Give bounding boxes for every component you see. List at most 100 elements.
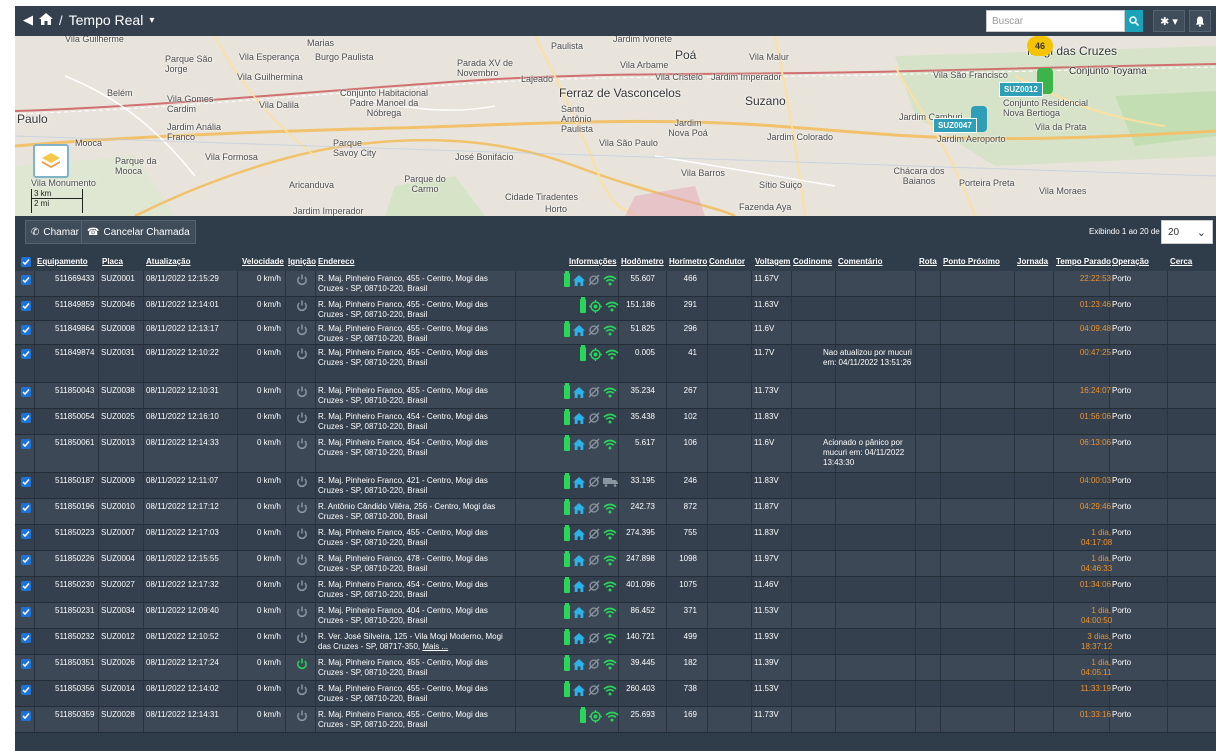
column-header[interactable]: Voltagem [755, 257, 790, 266]
column-header[interactable]: Condutor [709, 257, 745, 266]
settings-button[interactable]: ✱ ▾ [1153, 10, 1185, 32]
address: R. Maj. Pinheiro Franco, 454 - Centro, M… [318, 438, 513, 458]
address: R. Maj. Pinheiro Franco, 404 - Centro, M… [318, 606, 513, 626]
power-icon [297, 580, 307, 592]
equipment-id: 511669433 [55, 274, 95, 283]
table-row[interactable]: 511850232 SUZ0012 08/11/2022 12:10:52 0 km/… [15, 629, 1216, 655]
column-header[interactable]: Horímetro [669, 257, 707, 266]
map-view[interactable]: Vila Guilherme Marias Paulista Jardim Iv… [15, 36, 1216, 216]
ignition-off-indicator [296, 605, 308, 623]
table-row[interactable]: 511850230 SUZ0027 08/11/2022 12:17:32 0 km/… [15, 577, 1216, 603]
vehicle-cluster-marker[interactable]: 46 [1027, 36, 1053, 56]
vehicle-marker-label[interactable]: SUZ0047 [933, 118, 977, 133]
home-icon [573, 412, 585, 424]
call-button[interactable]: ✆ Chamar [25, 220, 85, 244]
row-checkbox[interactable] [21, 711, 31, 721]
ignition-off-indicator [296, 631, 308, 649]
table-row[interactable]: 511850223 SUZ0007 08/11/2022 12:17:03 0 km/… [15, 525, 1216, 551]
table-row[interactable]: 511850351 SUZ0026 08/11/2022 12:17:24 0 km/… [15, 655, 1216, 681]
row-checkbox[interactable] [21, 477, 31, 487]
table-row[interactable]: 511849864 SUZ0008 08/11/2022 12:13:17 0 km/… [15, 321, 1216, 345]
home-icon [573, 274, 585, 286]
voltage: 11.63V [754, 300, 779, 309]
page-title[interactable]: Tempo Real [69, 12, 144, 28]
column-header[interactable]: Atualização [146, 257, 190, 266]
page-size-select[interactable]: 20 ⌄ [1161, 220, 1213, 244]
row-checkbox[interactable] [21, 325, 31, 335]
row-checkbox[interactable] [21, 685, 31, 695]
plate: SUZ0009 [101, 476, 135, 485]
column-header[interactable]: Codinome [793, 257, 832, 266]
more-link[interactable]: Mais ... [422, 642, 448, 651]
voltage: 11.83V [754, 528, 779, 537]
row-checkbox[interactable] [21, 529, 31, 539]
truck-icon [603, 478, 618, 487]
table-row[interactable]: 511850231 SUZ0034 08/11/2022 12:09:40 0 km/… [15, 603, 1216, 629]
equipment-id: 511850230 [55, 580, 95, 589]
odometer: 247.898 [626, 554, 655, 563]
row-checkbox[interactable] [21, 659, 31, 669]
satellite-off-icon [588, 528, 600, 540]
table-row[interactable]: 511850359 SUZ0028 08/11/2022 12:14:31 0 km/… [15, 707, 1216, 733]
select-all-checkbox[interactable] [21, 257, 31, 267]
notifications-button[interactable] [1189, 10, 1211, 32]
column-header[interactable]: Operação [1112, 257, 1149, 266]
column-header[interactable]: Placa [102, 257, 123, 266]
satellite-off-icon [588, 606, 600, 618]
battery-icon [564, 655, 570, 671]
column-header[interactable]: Endereco [318, 257, 354, 266]
row-checkbox[interactable] [21, 387, 31, 397]
row-checkbox[interactable] [21, 349, 31, 359]
home-icon[interactable] [39, 12, 53, 28]
row-checkbox[interactable] [21, 503, 31, 513]
table-row[interactable]: 511850187 SUZ0009 08/11/2022 12:11:07 0 km/… [15, 473, 1216, 499]
row-checkbox[interactable] [21, 581, 31, 591]
equipment-id: 511850231 [55, 606, 95, 615]
row-checkbox[interactable] [21, 633, 31, 643]
chevron-down-icon[interactable]: ▾ [149, 15, 154, 26]
row-checkbox[interactable] [21, 607, 31, 617]
operation: Porto [1112, 606, 1132, 615]
map-label: Sítio Suiço [759, 180, 803, 190]
table-row[interactable]: 511849859 SUZ0046 08/11/2022 12:14:01 0 km/… [15, 297, 1216, 321]
column-header[interactable]: Ponto Próximo [943, 257, 1000, 266]
table-row[interactable]: 511850196 SUZ0010 08/11/2022 12:17:12 0 km/… [15, 499, 1216, 525]
table-row[interactable]: 511850061 SUZ0013 08/11/2022 12:14:33 0 km/… [15, 435, 1216, 473]
search-input[interactable] [986, 10, 1125, 32]
row-checkbox[interactable] [21, 275, 31, 285]
vehicle-marker-label[interactable]: SUZ0012 [999, 82, 1043, 97]
search-button[interactable] [1125, 10, 1143, 32]
column-header[interactable]: Comentário [838, 257, 882, 266]
table-row[interactable]: 511850054 SUZ0025 08/11/2022 12:16:10 0 km/… [15, 409, 1216, 435]
table-row[interactable]: 511850043 SUZ0038 08/11/2022 12:10:31 0 km/… [15, 383, 1216, 409]
table-row[interactable]: 511669433 SUZ0001 08/11/2022 12:15:29 0 km/… [15, 271, 1216, 297]
map-layers-button[interactable] [33, 144, 69, 178]
column-header[interactable]: Rota [919, 257, 937, 266]
table-row[interactable]: 511850226 SUZ0004 08/11/2022 12:15:55 0 km/… [15, 551, 1216, 577]
back-arrow-icon[interactable]: ◀ [23, 12, 33, 28]
speed: 0 km/h [256, 580, 281, 589]
address-text: R. Maj. Pinheiro Franco, 421 - Centro, M… [318, 476, 488, 495]
column-header[interactable]: Cerca [1170, 257, 1192, 266]
row-checkbox[interactable] [21, 301, 31, 311]
row-checkbox[interactable] [21, 413, 31, 423]
column-header[interactable]: Informações [569, 257, 617, 266]
row-checkbox[interactable] [21, 555, 31, 565]
column-header[interactable]: Jornada [1017, 257, 1048, 266]
column-header[interactable]: Tempo Parado [1056, 257, 1111, 266]
map-label: Aricanduva [289, 180, 335, 190]
odometer: 39.445 [630, 658, 655, 667]
table-row[interactable]: 511849874 SUZ0031 08/11/2022 12:10:22 0 km/… [15, 345, 1216, 383]
status-icons [564, 409, 617, 425]
cancel-call-button[interactable]: ☎ Cancelar Chamada [81, 220, 196, 244]
column-header[interactable]: Velocidade [242, 257, 284, 266]
power-icon [297, 502, 307, 514]
home-icon [573, 476, 585, 488]
column-header[interactable]: Hodômetro [621, 257, 664, 266]
table-row[interactable]: 511850356 SUZ0014 08/11/2022 12:14:02 0 km/… [15, 681, 1216, 707]
row-checkbox[interactable] [21, 439, 31, 449]
column-header[interactable]: Ignição [288, 257, 316, 266]
column-header[interactable]: Equipamento [37, 257, 88, 266]
operation: Porto [1112, 438, 1132, 447]
operation: Porto [1112, 684, 1132, 693]
